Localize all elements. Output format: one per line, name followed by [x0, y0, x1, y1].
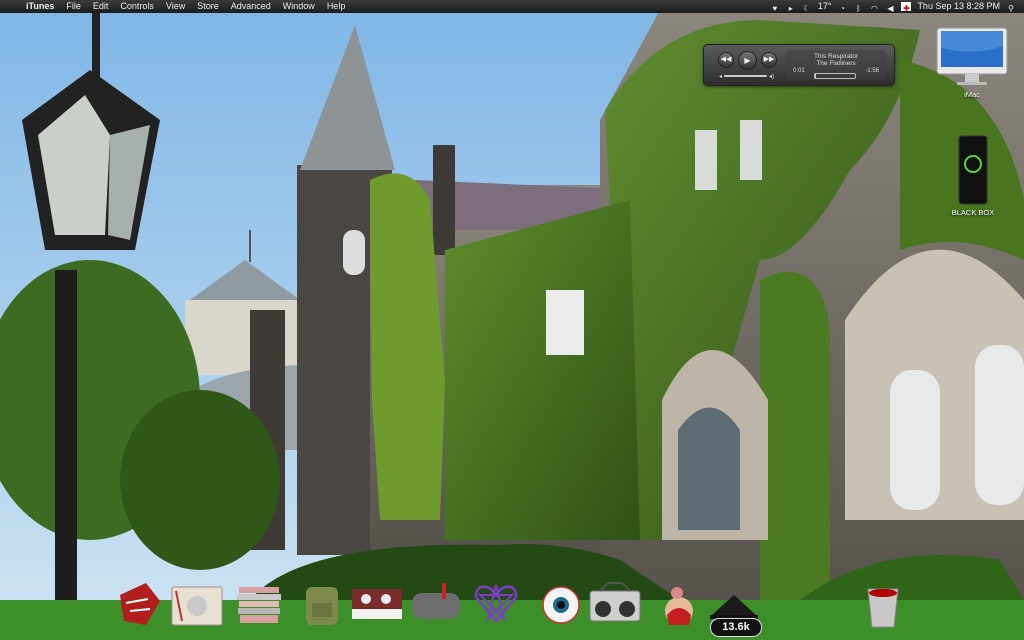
- wifi-icon[interactable]: ◠: [869, 2, 879, 13]
- itunes-playback-status-icon[interactable]: ▸: [786, 2, 796, 13]
- menu-advanced[interactable]: Advanced: [225, 0, 277, 13]
- volume-track[interactable]: [724, 75, 767, 77]
- menu-window[interactable]: Window: [277, 0, 321, 13]
- remaining-time: -1:56: [865, 68, 879, 74]
- dock-pinup-icon[interactable]: [655, 581, 709, 634]
- bluetooth-icon[interactable]: ᛒ: [853, 2, 863, 13]
- black-box-label: BLACK BOX: [951, 208, 995, 217]
- elapsed-time: 0:01: [793, 68, 805, 74]
- menu-controls[interactable]: Controls: [114, 0, 160, 13]
- imac-label: iMac: [964, 90, 980, 99]
- volume-low-icon: ◂: [719, 73, 723, 80]
- volume-icon[interactable]: ◀: [885, 2, 895, 13]
- dock: [110, 578, 920, 640]
- wallpaper-photo: [0, 0, 1024, 640]
- dock-trash-icon[interactable]: [858, 581, 912, 634]
- clock-label[interactable]: Thu Sep 13 8:28 PM: [917, 0, 1000, 13]
- dock-synth-icon[interactable]: [350, 581, 404, 634]
- dock-boombox-icon[interactable]: [588, 581, 642, 634]
- desktop-wallpaper: iTunes File Edit Controls View Store Adv…: [0, 0, 1024, 640]
- imac-icon: [936, 27, 1008, 85]
- menu-app-name[interactable]: iTunes: [20, 0, 60, 13]
- now-playing-display: This Respirator The Flatliners 0:01 -1:5…: [786, 50, 886, 80]
- dock-stacks-icon[interactable]: [235, 581, 289, 634]
- track-title: This Respirator: [813, 53, 859, 60]
- weather-icon[interactable]: ☾: [802, 2, 812, 13]
- temperature-label[interactable]: 17°: [818, 0, 832, 13]
- time-machine-icon[interactable]: ◔: [837, 2, 847, 13]
- menu-view[interactable]: View: [160, 0, 191, 13]
- dock-mail-icon[interactable]: [408, 581, 462, 634]
- itunes-mini-controller: ◀◀ ▶ ▶▶ ◂ ◂) This Respirator The Flatlin…: [703, 44, 895, 86]
- track-progress-fill: [815, 74, 816, 78]
- volume-high-icon: ◂): [768, 73, 774, 80]
- menu-help[interactable]: Help: [321, 0, 352, 13]
- black-box-drive-icon[interactable]: BLACK BOX: [940, 134, 1006, 217]
- heartagram-status-icon[interactable]: ♥: [770, 2, 780, 13]
- spotlight-search-icon[interactable]: ⚲: [1006, 2, 1016, 13]
- next-track-button[interactable]: ▶▶: [761, 52, 777, 68]
- dock-download-badge: 13.6k: [710, 618, 762, 637]
- menu-file[interactable]: File: [60, 0, 87, 13]
- dock-eyeball-icon[interactable]: [535, 581, 589, 634]
- menu-edit[interactable]: Edit: [87, 0, 115, 13]
- dock-finder-icon[interactable]: [116, 581, 170, 634]
- dock-app-store-icon[interactable]: [170, 581, 224, 634]
- volume-slider[interactable]: ◂ ◂): [719, 73, 774, 80]
- previous-track-button[interactable]: ◀◀: [718, 52, 734, 68]
- track-progress-bar[interactable]: [814, 73, 856, 79]
- menu-bar: iTunes File Edit Controls View Store Adv…: [0, 0, 1024, 13]
- play-button[interactable]: ▶: [738, 51, 757, 70]
- dock-heartagram-icon[interactable]: [470, 581, 524, 634]
- flag-input-icon[interactable]: ✚: [901, 2, 912, 13]
- imac-disk-icon[interactable]: iMac: [934, 26, 1010, 99]
- menu-extras: ♥ ▸ ☾ 17° ◔ ᛒ ◠ ◀ ✚ Thu Sep 13 8:28 PM ⚲: [770, 0, 1024, 13]
- menu-store[interactable]: Store: [191, 0, 225, 13]
- dock-backpack-icon[interactable]: [300, 581, 354, 634]
- black-box-icon: [958, 135, 988, 205]
- track-artist: The Flatliners: [816, 60, 856, 67]
